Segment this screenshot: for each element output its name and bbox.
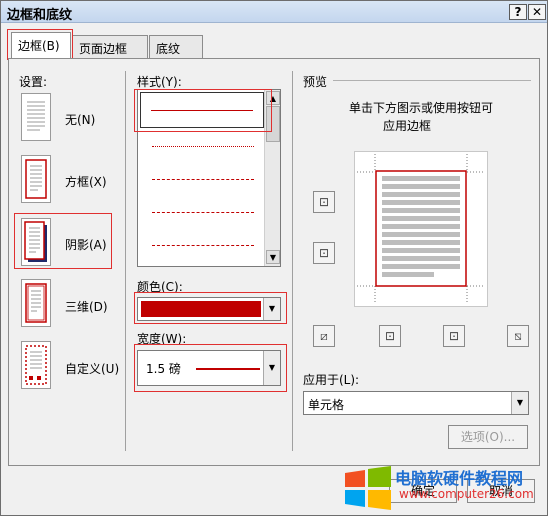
width-value: 1.5 磅: [146, 362, 181, 376]
borders-and-shading-dialog: 边框和底纹 ? ✕ 边框(B) 页面边框(P) 底纹(S) 设置: 无(N) 方…: [0, 0, 548, 516]
watermark-brand: 电脑软硬件教程网: [395, 469, 524, 488]
setting-custom-label[interactable]: 自定义(U): [65, 360, 119, 377]
chevron-down-icon[interactable]: ▼: [511, 392, 528, 414]
style-dash-dot-line[interactable]: [152, 245, 254, 246]
dialog-title: 边框和底纹: [7, 8, 73, 23]
top-border-button[interactable]: ⊡: [313, 191, 335, 213]
style-listbox[interactable]: ▲ ▼: [137, 89, 281, 267]
tab-page-borders[interactable]: 页面边框(P): [72, 35, 148, 71]
color-label: 颜色(C):: [137, 280, 183, 294]
windows-logo-icon: [345, 466, 391, 510]
setting-none-label[interactable]: 无(N): [65, 111, 95, 128]
divider-left: [125, 71, 126, 451]
color-swatch: [141, 301, 261, 317]
divider-right: [292, 71, 293, 451]
preview-hint: 单击下方图示或使用按钮可: [349, 101, 494, 115]
preview-hint2: 应用边框: [383, 119, 432, 133]
chevron-down-icon[interactable]: ▼: [263, 351, 280, 385]
width-line-sample: [196, 368, 260, 370]
width-combo[interactable]: 1.5 磅 ▼: [137, 350, 281, 386]
style-dotted-line[interactable]: [152, 146, 254, 147]
title-bar: 边框和底纹 ? ✕: [1, 1, 547, 23]
width-label: 宽度(W):: [137, 332, 187, 346]
scroll-down-icon[interactable]: ▼: [266, 250, 280, 264]
chevron-down-icon[interactable]: ▼: [263, 298, 280, 320]
close-button[interactable]: ✕: [528, 4, 546, 20]
setting-custom-icon[interactable]: [21, 341, 51, 389]
setting-shadow-label[interactable]: 阴影(A): [65, 236, 107, 253]
apply-to-value: 单元格: [308, 398, 345, 412]
diagonal-down-button[interactable]: ⧄: [313, 325, 335, 347]
scroll-thumb[interactable]: [266, 106, 280, 142]
preview-divider: [333, 80, 531, 81]
style-selected-item[interactable]: [140, 92, 264, 128]
options-button[interactable]: 选项(O)...: [448, 425, 528, 449]
settings-label: 设置:: [19, 75, 48, 89]
style-scrollbar[interactable]: ▲ ▼: [264, 90, 280, 266]
inside-v-border-button[interactable]: ⊡: [443, 325, 465, 347]
inside-h-border-button[interactable]: ⊡: [313, 242, 335, 264]
preview-label: 预览: [303, 75, 328, 89]
watermark: 电脑软硬件教程网 www.computer26.com: [341, 463, 546, 513]
scroll-up-icon[interactable]: ▲: [266, 91, 280, 105]
preview-canvas[interactable]: [354, 151, 488, 307]
apply-to-combo[interactable]: 单元格 ▼: [303, 391, 529, 415]
setting-shadow-icon[interactable]: [21, 218, 51, 266]
setting-3d-icon[interactable]: [21, 279, 51, 327]
setting-none-icon[interactable]: [21, 93, 51, 141]
left-border-button[interactable]: ⊡: [379, 325, 401, 347]
setting-box-label[interactable]: 方框(X): [65, 173, 107, 190]
apply-to-label: 应用于(L):: [303, 373, 360, 387]
tab-shading[interactable]: 底纹(S): [149, 35, 203, 71]
help-button[interactable]: ?: [509, 4, 527, 20]
color-combo[interactable]: ▼: [137, 297, 281, 321]
style-long-dash-line[interactable]: [152, 212, 254, 213]
tab-borders[interactable]: 边框(B): [11, 32, 71, 59]
style-dashed-line[interactable]: [152, 179, 254, 180]
diagonal-up-button[interactable]: ⧅: [507, 325, 529, 347]
style-solid-line: [151, 110, 253, 111]
style-label: 样式(Y):: [137, 75, 182, 89]
setting-box-icon[interactable]: [21, 155, 51, 203]
watermark-url: www.computer26.com: [399, 487, 534, 501]
setting-3d-label[interactable]: 三维(D): [65, 298, 108, 315]
